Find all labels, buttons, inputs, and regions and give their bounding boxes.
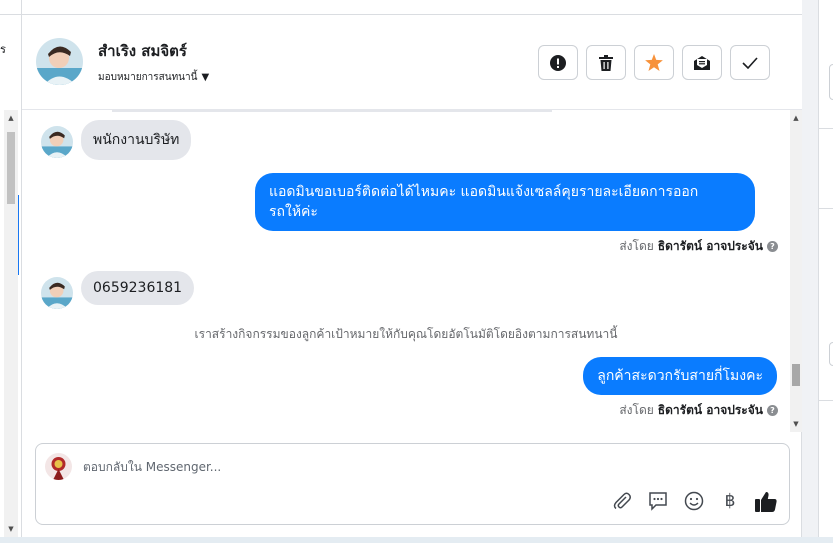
message-line: แอดมินขอเบอร์ติดต่อได้ไหมคะ แอดมินแจ้งเซ… bbox=[269, 184, 699, 200]
like-button[interactable] bbox=[755, 490, 777, 512]
mark-spam-button[interactable] bbox=[538, 45, 578, 80]
contact-avatar-small[interactable] bbox=[41, 126, 73, 158]
left-pane-glyph: ร bbox=[0, 43, 6, 56]
message-scrollbar[interactable]: ▲ ▼ bbox=[790, 110, 802, 432]
sent-by-name: ธิดารัตน์ อาจประจัน bbox=[657, 403, 763, 417]
emoji-icon bbox=[684, 491, 704, 511]
star-icon bbox=[645, 54, 663, 71]
check-icon bbox=[742, 56, 758, 69]
baht-icon: ฿ bbox=[724, 491, 736, 511]
assign-dropdown[interactable]: มอบหมายการสนทนานี้ ▼ bbox=[98, 70, 209, 85]
details-divider bbox=[819, 128, 833, 129]
contact-avatar[interactable] bbox=[36, 38, 83, 85]
details-pane bbox=[818, 0, 833, 543]
incoming-message[interactable]: 0659236181 bbox=[81, 271, 195, 305]
left-top-strip bbox=[0, 0, 22, 15]
scroll-thumb[interactable] bbox=[7, 132, 15, 204]
composer-tools: ฿ bbox=[611, 490, 777, 512]
assign-label: มอบหมายการสนทนานี้ bbox=[98, 72, 198, 83]
help-icon[interactable]: ? bbox=[767, 241, 778, 252]
outgoing-message[interactable]: ลูกค้าสะดวกรับสายกี่โมงคะ bbox=[583, 357, 777, 395]
chat-header: สำเริง สมจิตร์ มอบหมายการสนทนานี้ ▼ bbox=[22, 15, 802, 110]
contact-name[interactable]: สำเริง สมจิตร์ bbox=[98, 39, 187, 63]
outgoing-message[interactable]: แอดมินขอเบอร์ติดต่อได้ไหมคะ แอดมินแจ้งเซ… bbox=[255, 173, 755, 231]
reply-input[interactable] bbox=[83, 457, 583, 477]
mark-unread-button[interactable] bbox=[682, 45, 722, 80]
message-line: รถให้ค่ะ bbox=[269, 204, 318, 220]
left-scrollbar[interactable]: ▲ ▼ bbox=[4, 110, 18, 537]
saved-reply-icon bbox=[649, 492, 667, 511]
emoji-button[interactable] bbox=[683, 490, 705, 512]
header-actions bbox=[538, 45, 770, 80]
app-root: ร สำเริง สมจิตร์ มอบหมายการสนทนานี้ ▼ พน… bbox=[0, 0, 833, 543]
saved-replies-button[interactable] bbox=[647, 490, 669, 512]
caret-down-icon: ▼ bbox=[201, 72, 210, 83]
panel-gutter bbox=[802, 0, 818, 543]
chat-top-strip bbox=[22, 0, 802, 15]
incoming-message[interactable]: พนักงานบริษัท bbox=[81, 120, 192, 160]
scroll-up-arrow[interactable]: ▲ bbox=[4, 114, 18, 122]
attachment-icon bbox=[613, 492, 631, 510]
system-note: เราสร้างกิจกรรมของลูกค้าเป้าหมายให้กับคุ… bbox=[194, 327, 618, 341]
details-field[interactable] bbox=[829, 342, 833, 366]
delete-button[interactable] bbox=[586, 45, 626, 80]
page-avatar bbox=[45, 453, 72, 480]
scroll-down-arrow[interactable]: ▼ bbox=[4, 525, 18, 533]
sent-by-prefix: ส่งโดย bbox=[619, 239, 654, 253]
reply-composer: ฿ bbox=[35, 443, 790, 525]
payment-button[interactable]: ฿ bbox=[719, 490, 741, 512]
contact-avatar-small[interactable] bbox=[41, 277, 73, 309]
alert-icon bbox=[550, 54, 566, 71]
sent-by-name: ธิดารัตน์ อาจประจัน bbox=[657, 239, 763, 253]
help-icon[interactable]: ? bbox=[767, 405, 778, 416]
mark-unread-icon bbox=[694, 55, 710, 70]
prev-message-edge bbox=[112, 110, 552, 112]
sent-by-prefix: ส่งโดย bbox=[619, 403, 654, 417]
scroll-up-arrow[interactable]: ▲ bbox=[790, 114, 802, 122]
scroll-thumb[interactable] bbox=[792, 364, 800, 386]
chat-panel: สำเริง สมจิตร์ มอบหมายการสนทนานี้ ▼ พนัก… bbox=[22, 0, 802, 537]
trash-icon bbox=[599, 54, 613, 71]
mark-done-button[interactable] bbox=[730, 45, 770, 80]
message-list[interactable]: พนักงานบริษัท แอดมินขอเบอร์ติดต่อได้ไหมค… bbox=[22, 110, 790, 432]
details-divider bbox=[819, 400, 833, 401]
star-button[interactable] bbox=[634, 45, 674, 80]
bottom-strip bbox=[0, 537, 833, 543]
sent-by-label: ส่งโดย ธิดารัตน์ อาจประจัน ? bbox=[619, 401, 778, 420]
attach-button[interactable] bbox=[611, 490, 633, 512]
sent-by-label: ส่งโดย ธิดารัตน์ อาจประจัน ? bbox=[619, 237, 778, 256]
details-divider bbox=[819, 208, 833, 209]
like-icon bbox=[755, 491, 777, 512]
scroll-down-arrow[interactable]: ▼ bbox=[790, 420, 802, 428]
details-field[interactable] bbox=[829, 64, 833, 100]
